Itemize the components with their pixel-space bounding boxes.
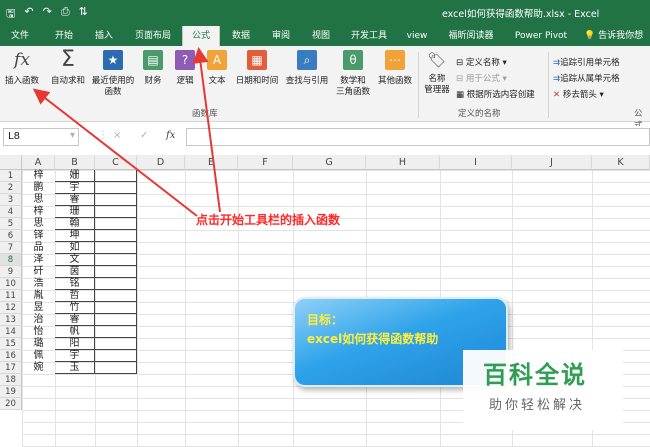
annotation-text: 点击开始工具栏的插入函数 (196, 213, 341, 227)
watermark-title: 百科全说 (483, 361, 587, 389)
watermark: 百科全说 助你轻松解决 (463, 350, 623, 430)
goal-title: 目标： (307, 313, 344, 327)
goal-text: excel如何获得函数帮助 (307, 332, 439, 346)
arrow-to-formulas-tab (192, 47, 221, 213)
watermark-subtitle: 助你轻松解决 (489, 398, 586, 413)
arrow-to-insert-function (32, 88, 198, 217)
